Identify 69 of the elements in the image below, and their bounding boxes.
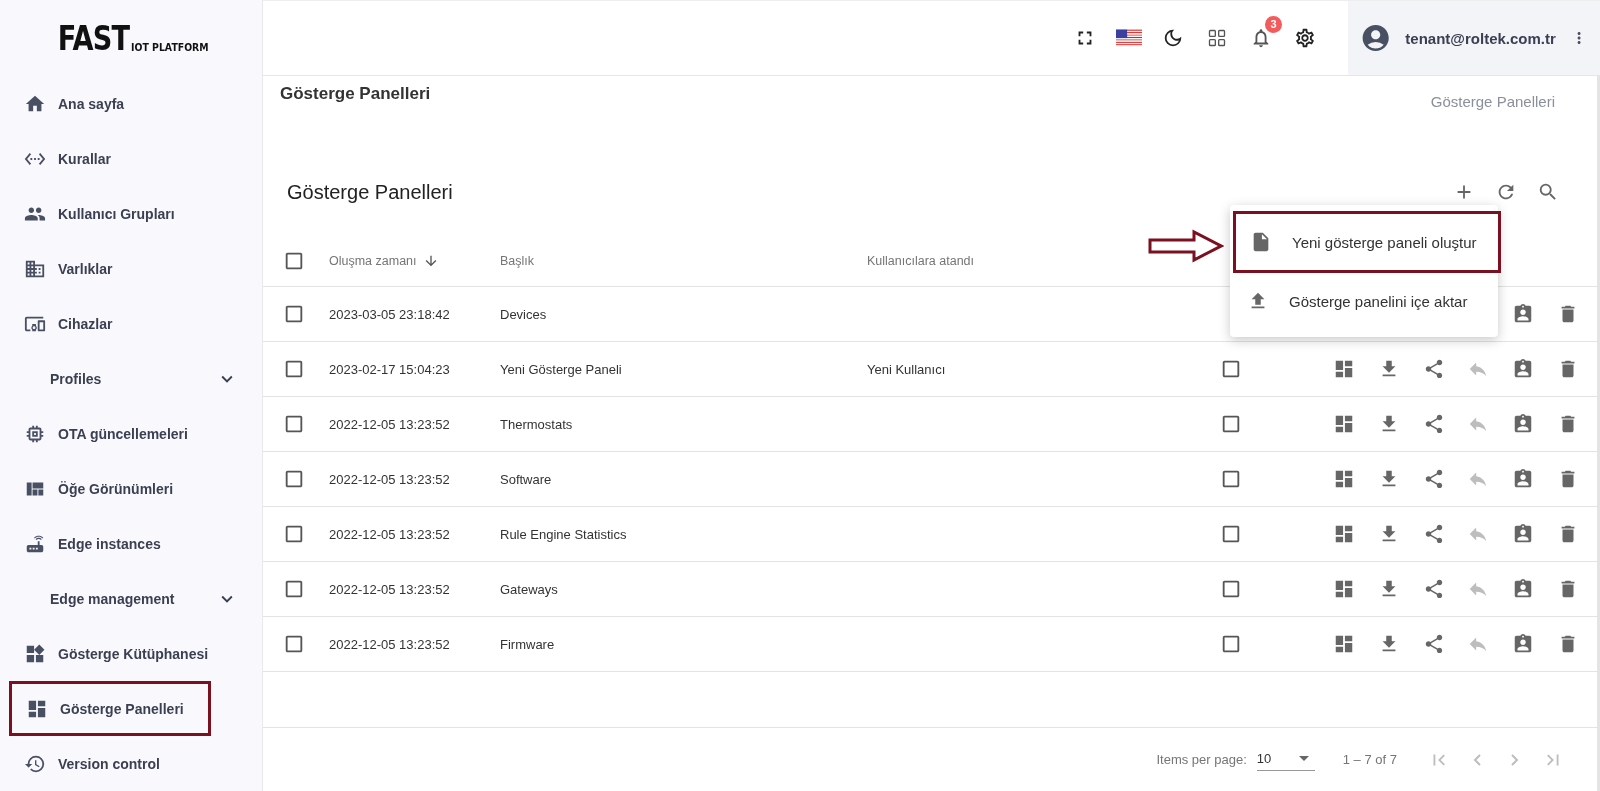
table-cell-text: Gateways [500, 581, 559, 597]
sidebar-item[interactable]: Cihazlar [0, 296, 262, 351]
dashboard-icon [1333, 633, 1355, 655]
menu-item[interactable]: Gösterge panelini içe aktar [1230, 273, 1498, 329]
sidebar-item[interactable]: OTA güncellemeleri [0, 406, 262, 461]
section-label: Edge management [50, 590, 175, 607]
table-cell-text: Rule Engine Statistics [500, 526, 628, 542]
flag-icon[interactable] [1116, 29, 1142, 47]
sidebar-item[interactable]: Ana sayfa [0, 76, 262, 131]
notification-badge: 3 [1265, 16, 1282, 33]
search-icon [1537, 181, 1559, 203]
menu-item[interactable]: Yeni gösterge paneli oluştur [1233, 211, 1501, 273]
table-cell-text: 2022-12-05 13:23:52 [329, 416, 451, 432]
table-cell-text: Yeni Kullanıcı [867, 361, 947, 377]
table-cell-text: Thermostats [500, 416, 574, 432]
widgets-icon [24, 642, 46, 665]
section-label: Profiles [50, 370, 102, 387]
table-cell-text: Firmware [500, 636, 556, 652]
column-header[interactable]: Başlık [500, 254, 867, 268]
row-checkbox[interactable] [283, 413, 305, 435]
column-header[interactable]: Oluşma zamanı [329, 253, 500, 269]
dashboard-icon [1333, 468, 1355, 490]
public-checkbox[interactable] [1220, 358, 1242, 380]
public-checkbox[interactable] [1220, 468, 1242, 490]
dashboard-icon [1333, 358, 1355, 380]
sidebar-item[interactable]: Edge instances [0, 516, 262, 571]
logo: FASTIOT PLATFORM [57, 21, 210, 55]
sidebar-item[interactable]: Kurallar [0, 131, 262, 186]
table-cell-text: 2022-12-05 13:23:52 [329, 636, 451, 652]
public-checkbox[interactable] [1220, 413, 1242, 435]
row-checkbox[interactable] [283, 303, 305, 325]
column-header[interactable]: Kullanıcılara atandı [867, 254, 1220, 268]
select-all-checkbox[interactable] [283, 250, 305, 272]
sidebar-item[interactable]: Version control [0, 736, 262, 791]
table-cell-text: 2022-12-05 13:23:52 [329, 526, 451, 542]
table-cell-text: Yeni Gösterge Paneli [500, 361, 623, 377]
table-cell-text: 2022-12-05 13:23:52 [329, 581, 451, 597]
card-title: Gösterge Panelleri [287, 180, 453, 204]
table-cell-text: Software [500, 471, 553, 487]
dropdown-icon [1298, 755, 1309, 761]
sidebar-section[interactable]: Edge management [0, 571, 262, 626]
dashboard-icon [1333, 523, 1355, 545]
table-cell-text: Devices [500, 306, 548, 322]
row-checkbox[interactable] [283, 358, 305, 380]
user-email[interactable]: tenant@roltek.com.tr [1405, 29, 1556, 47]
sidebar-item[interactable]: Gösterge Panelleri [9, 681, 211, 736]
page-range: 1 – 7 of 7 [1342, 752, 1397, 767]
table-cell-text: 2023-02-17 15:04:23 [329, 361, 451, 377]
public-checkbox[interactable] [1220, 633, 1242, 655]
row-checkbox[interactable] [283, 468, 305, 490]
sidebar-item[interactable]: Öğe Görünümleri [0, 461, 262, 516]
sidebar-item[interactable]: Kullanıcı Grupları [0, 186, 262, 241]
dashboard-icon [1333, 578, 1355, 600]
items-per-page-label: Items per page: [1156, 752, 1247, 767]
table-cell-text: 2022-12-05 13:23:52 [329, 471, 451, 487]
next-page-icon [1511, 753, 1519, 766]
page-title: Gösterge Panelleri [280, 84, 431, 105]
sidebar-item[interactable]: Gösterge Kütüphanesi [0, 626, 262, 681]
page-size-select[interactable]: 10 [1256, 748, 1315, 771]
public-checkbox[interactable] [1220, 523, 1242, 545]
public-checkbox[interactable] [1220, 578, 1242, 600]
sidebar-section[interactable]: Profiles [0, 351, 262, 406]
table-cell-text: 2023-03-05 23:18:42 [329, 306, 451, 322]
row-checkbox[interactable] [283, 523, 305, 545]
previous-page-icon [1473, 753, 1481, 766]
sidebar-item[interactable]: Varlıklar [0, 241, 262, 296]
row-checkbox[interactable] [283, 578, 305, 600]
row-checkbox[interactable] [283, 633, 305, 655]
dashboard-icon [1333, 413, 1355, 435]
